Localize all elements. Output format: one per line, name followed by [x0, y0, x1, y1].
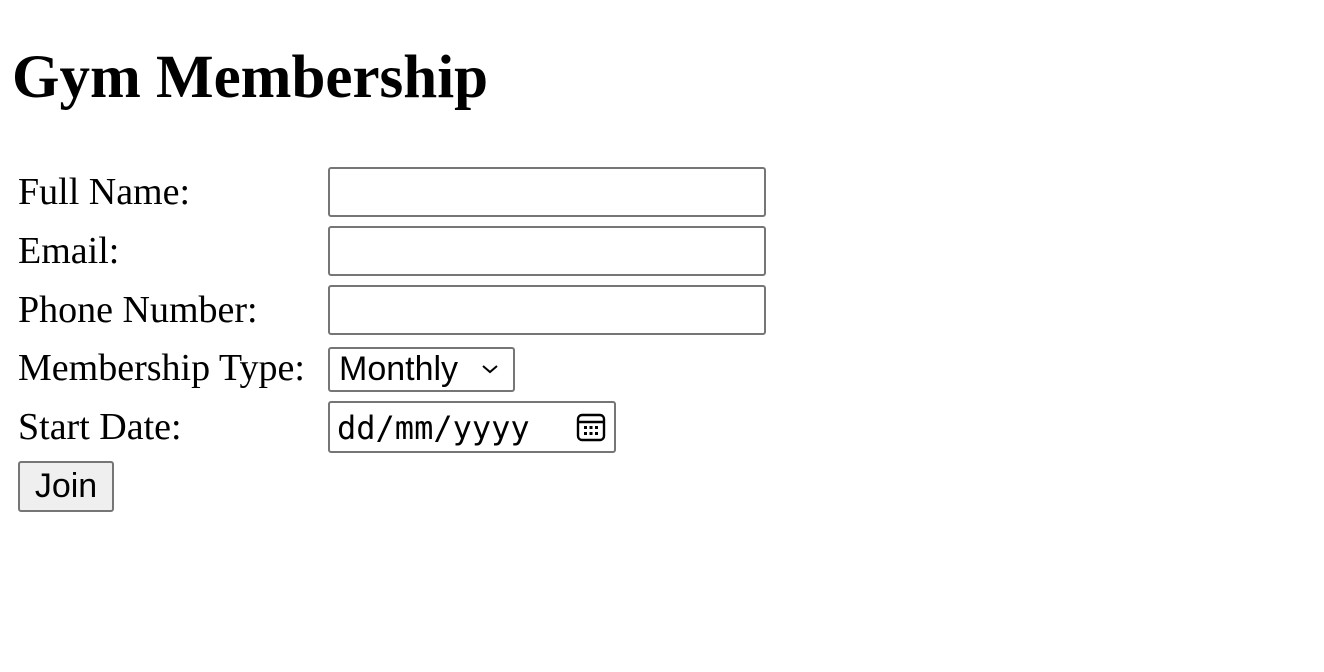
start-date-label: Start Date: — [18, 406, 182, 448]
gym-membership-page: Gym Membership Full Name: Email: Phone N… — [0, 0, 1324, 672]
calendar-icon[interactable] — [575, 411, 607, 443]
start-date-input[interactable]: dd/mm/yyyy — [328, 401, 616, 453]
start-date-placeholder: dd/mm/yyyy — [337, 409, 530, 447]
membership-type-selected-value: Monthly — [339, 350, 459, 388]
join-button[interactable]: Join — [18, 461, 114, 512]
page-title: Gym Membership — [12, 44, 489, 111]
email-input[interactable] — [328, 226, 766, 276]
full-name-input[interactable] — [328, 167, 766, 217]
membership-type-label: Membership Type: — [18, 347, 305, 389]
membership-type-select[interactable]: Monthly — [328, 347, 515, 392]
chevron-down-icon — [482, 365, 498, 374]
full-name-label: Full Name: — [18, 171, 191, 213]
phone-number-input[interactable] — [328, 285, 766, 335]
email-label: Email: — [18, 230, 120, 272]
phone-number-label: Phone Number: — [18, 289, 258, 331]
